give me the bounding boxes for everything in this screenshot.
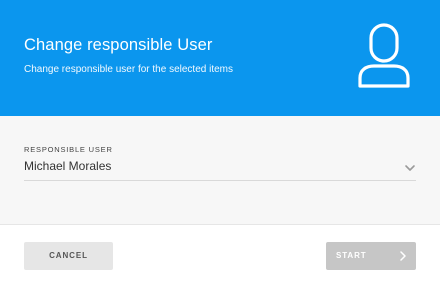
dialog-header: Change responsible User Change responsib…	[0, 0, 440, 116]
dialog-body: RESPONSIBLE USER Michael Morales	[0, 116, 440, 225]
responsible-user-value: Michael Morales	[24, 159, 112, 173]
dialog-subtitle: Change responsible user for the selected…	[24, 64, 234, 75]
cancel-button[interactable]: CANCEL	[24, 242, 113, 270]
responsible-user-select[interactable]: Michael Morales	[24, 156, 416, 181]
responsible-user-label: RESPONSIBLE USER	[24, 145, 113, 154]
dialog-footer: CANCEL START	[0, 225, 440, 284]
chevron-down-icon	[405, 165, 415, 171]
start-button[interactable]: START	[326, 242, 416, 270]
user-icon	[358, 23, 410, 88]
chevron-right-icon	[400, 251, 406, 261]
change-responsible-user-dialog: Change responsible User Change responsib…	[0, 0, 440, 284]
dialog-title: Change responsible User	[24, 36, 213, 54]
start-button-label: START	[336, 251, 367, 260]
